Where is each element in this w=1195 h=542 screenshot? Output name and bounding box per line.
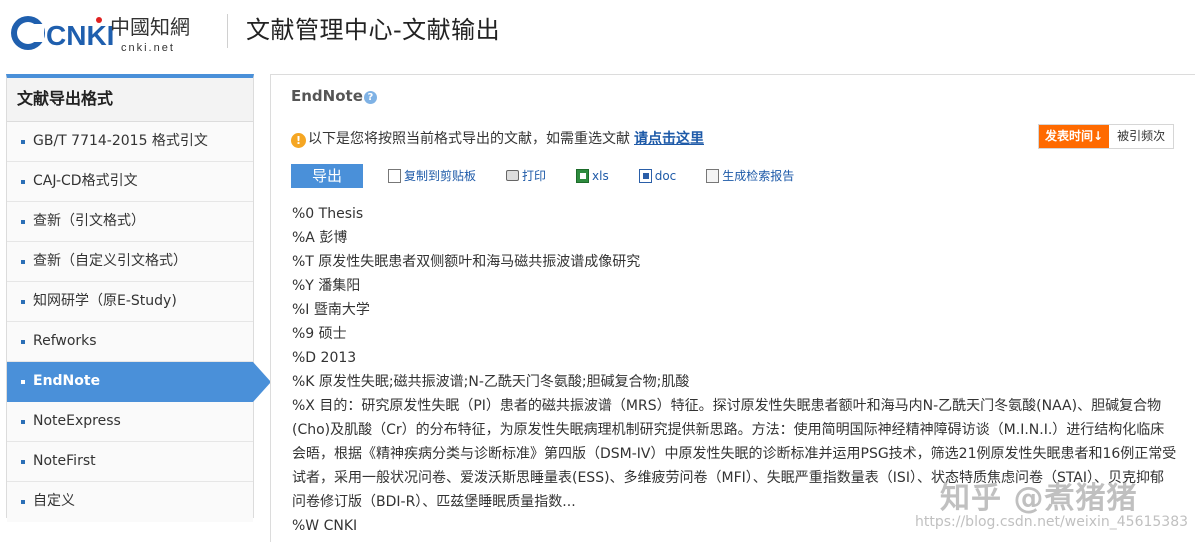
active-pointer-icon xyxy=(253,362,271,402)
report-icon xyxy=(706,168,720,183)
bullet-icon xyxy=(21,140,25,144)
record-line: %0 Thesis xyxy=(292,206,364,222)
copy-label: 复制到剪贴板 xyxy=(404,169,477,183)
sidebar-item-label: 自定义 xyxy=(33,493,75,509)
logo-chinese-name: 中國知網 xyxy=(110,15,190,39)
sidebar-item-noteexpress[interactable]: NoteExpress xyxy=(7,402,253,442)
record-line: %K 原发性失眠;磁共振波谱;N-乙酰天门冬氨酸;胆碱复合物;肌酸 xyxy=(292,374,690,390)
bullet-icon xyxy=(21,300,25,304)
word-icon xyxy=(638,168,652,183)
excel-icon xyxy=(576,168,590,183)
report-label: 生成检索报告 xyxy=(722,169,795,183)
sort-by-citations-button[interactable]: 被引频次 xyxy=(1109,125,1174,148)
printer-icon xyxy=(506,170,520,181)
sidebar-item-notefirst[interactable]: NoteFirst xyxy=(7,442,253,482)
sidebar-item-label: NoteFirst xyxy=(33,453,96,469)
export-panel: EndNote? ! 以下是您将按照当前格式导出的文献，如需重选文献 请点击这里 发… xyxy=(270,74,1195,542)
format-title: EndNote? xyxy=(291,87,377,105)
record-line: %I 暨南大学 xyxy=(292,302,370,318)
logo-wordmark: CNKI xyxy=(46,20,114,51)
bullet-icon xyxy=(21,220,25,224)
sidebar-item-label: GB/T 7714-2015 格式引文 xyxy=(33,133,208,149)
record-line: %D 2013 xyxy=(292,350,357,366)
record-line: %A 彭博 xyxy=(292,230,348,246)
bullet-icon xyxy=(21,500,25,504)
sidebar-item-label: Refworks xyxy=(33,333,97,349)
sidebar-item-e-study[interactable]: 知网研学（原E-Study) xyxy=(7,282,253,322)
sidebar-item-gbt7714[interactable]: GB/T 7714-2015 格式引文 xyxy=(7,122,253,162)
zhihu-watermark: 知乎 @煮猪猪 xyxy=(940,481,1138,516)
bullet-icon xyxy=(21,260,25,264)
bullet-icon xyxy=(21,380,25,384)
cnki-logo[interactable]: CNKI 中國知網 cnki.net xyxy=(6,8,211,56)
record-line: %9 硕士 xyxy=(292,326,347,342)
csdn-watermark: https://blog.csdn.net/weixin_45615383 xyxy=(915,514,1189,530)
export-toolbar: 导出 复制到剪贴板 打印 xls doc 生成检索报告 xyxy=(291,163,824,188)
bullet-icon xyxy=(21,180,25,184)
header-divider xyxy=(227,14,228,48)
export-xls-button[interactable]: xls xyxy=(576,168,609,183)
sidebar-item-label: EndNote xyxy=(33,373,101,389)
doc-label: doc xyxy=(654,168,677,183)
sidebar-item-label: NoteExpress xyxy=(33,413,121,429)
sidebar-item-caj-cd[interactable]: CAJ-CD格式引文 xyxy=(7,162,253,202)
format-title-text: EndNote xyxy=(291,87,363,105)
export-doc-button[interactable]: doc xyxy=(638,168,677,183)
sidebar-item-label: 查新（引文格式） xyxy=(33,213,145,229)
export-button[interactable]: 导出 xyxy=(291,163,363,188)
selection-notice: ! 以下是您将按照当前格式导出的文献，如需重选文献 请点击这里 xyxy=(291,128,704,148)
sidebar-item-refworks[interactable]: Refworks xyxy=(7,322,253,362)
sort-control: 发表时间↓ 被引频次 xyxy=(1038,124,1175,149)
bullet-icon xyxy=(21,420,25,424)
notice-text: 以下是您将按照当前格式导出的文献，如需重选文献 xyxy=(308,131,630,147)
export-format-sidebar: 文献导出格式 GB/T 7714-2015 格式引文 CAJ-CD格式引文 查新… xyxy=(6,74,271,522)
sidebar-title: 文献导出格式 xyxy=(7,78,253,122)
reselect-link[interactable]: 请点击这里 xyxy=(634,131,704,147)
record-line: %Y 潘集阳 xyxy=(292,278,361,294)
print-label: 打印 xyxy=(522,169,547,183)
sort-by-date-button[interactable]: 发表时间↓ xyxy=(1039,125,1110,148)
sidebar-item-label: 知网研学（原E-Study) xyxy=(33,293,177,309)
sidebar-item-chaxin[interactable]: 查新（引文格式） xyxy=(7,202,253,242)
sidebar-item-custom[interactable]: 自定义 xyxy=(7,482,253,522)
sidebar-item-chaxin-custom[interactable]: 查新（自定义引文格式） xyxy=(7,242,253,282)
copy-to-clipboard-button[interactable]: 复制到剪贴板 xyxy=(388,167,476,184)
warning-icon: ! xyxy=(291,133,306,148)
sidebar-item-endnote[interactable]: EndNote xyxy=(7,362,271,402)
page-title: 文献管理中心-文献输出 xyxy=(246,16,501,44)
bullet-icon xyxy=(21,340,25,344)
sidebar-item-label: CAJ-CD格式引文 xyxy=(33,173,138,189)
clipboard-icon xyxy=(388,168,401,183)
bullet-icon xyxy=(21,460,25,464)
sidebar-item-label: 查新（自定义引文格式） xyxy=(33,253,187,269)
generate-report-button[interactable]: 生成检索报告 xyxy=(706,167,794,184)
help-icon[interactable]: ? xyxy=(363,91,377,104)
record-line: %T 原发性失眠患者双侧额叶和海马磁共振波谱成像研究 xyxy=(292,254,641,270)
xls-label: xls xyxy=(592,168,609,183)
page-header: CNKI 中國知網 cnki.net 文献管理中心-文献输出 xyxy=(0,0,1195,66)
print-button[interactable]: 打印 xyxy=(506,167,546,184)
logo-url: cnki.net xyxy=(121,42,175,54)
